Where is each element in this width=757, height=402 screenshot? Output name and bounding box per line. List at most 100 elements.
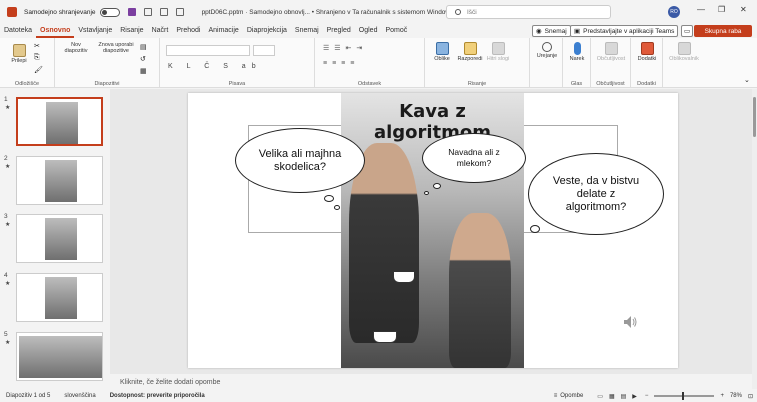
shapes-button[interactable]: Oblike bbox=[429, 42, 455, 62]
editing-button[interactable]: Urejanje bbox=[533, 42, 561, 59]
thumb-image bbox=[45, 277, 77, 319]
arrange-button[interactable]: Razporedi bbox=[455, 42, 485, 62]
undo-icon[interactable] bbox=[143, 8, 152, 16]
editing-label: Urejanje bbox=[536, 53, 558, 59]
notes-pane[interactable]: Kliknite, če želite dodati opombe bbox=[110, 374, 752, 390]
designer-icon bbox=[677, 42, 691, 55]
ribbon-group-sensitivity: Občutljivost Občutljivost bbox=[591, 38, 631, 88]
fit-slide-icon[interactable]: ⊡ bbox=[748, 393, 753, 400]
tab-file[interactable]: Datoteka bbox=[0, 24, 36, 38]
star-icon: ★ bbox=[5, 105, 11, 111]
slide-thumbnail-1[interactable] bbox=[16, 97, 103, 146]
normal-view-icon[interactable]: ▭ bbox=[597, 393, 603, 400]
format-painter-icon[interactable]: 🖌 bbox=[34, 66, 43, 74]
sensitivity-button[interactable]: Občutljivost bbox=[593, 42, 629, 62]
reset-icon[interactable]: ↺ bbox=[140, 55, 146, 63]
tab-record[interactable]: Snemaj bbox=[291, 24, 323, 38]
reuse-slides-button[interactable]: Znova uporabi diapozitive bbox=[95, 42, 296, 148]
bubble-3-text: Veste, da v bistvu delate z algoritmom? bbox=[552, 174, 640, 213]
quick-styles-button[interactable]: Hitri slogi bbox=[485, 42, 511, 62]
sensitivity-label: Občutljivost bbox=[596, 56, 626, 62]
reading-view-icon[interactable]: ▤ bbox=[621, 393, 627, 400]
slide-sorter-icon[interactable]: ▦ bbox=[609, 393, 615, 400]
notes-toggle[interactable]: Opombe bbox=[560, 393, 583, 399]
dictate-button[interactable]: Narek bbox=[565, 42, 589, 62]
paste-button[interactable]: Prilepi bbox=[6, 44, 32, 64]
thumb-number: 4 bbox=[4, 272, 8, 279]
star-icon: ★ bbox=[5, 222, 11, 228]
font-family-select[interactable] bbox=[166, 45, 250, 56]
close-icon[interactable]: ✕ bbox=[740, 5, 747, 14]
tab-slideshow[interactable]: Diaprojekcija bbox=[243, 24, 291, 38]
slide-thumbnail-5[interactable] bbox=[16, 332, 103, 381]
tab-design[interactable]: Načrt bbox=[148, 24, 173, 38]
teams-icon: ▣ bbox=[574, 28, 581, 35]
audio-speaker-icon[interactable] bbox=[623, 315, 637, 329]
reuse-slides-label: Znova uporabi diapozitive bbox=[98, 42, 134, 54]
layout-icon[interactable]: ▤ bbox=[140, 43, 147, 51]
ribbon-group-clipboard: Prilepi ✂ ⎘ 🖌 Odložišče bbox=[0, 38, 55, 88]
designer-button[interactable]: Oblikovalnik bbox=[665, 42, 703, 62]
tab-review[interactable]: Pregled bbox=[323, 24, 355, 38]
new-slide-button[interactable]: Nov diapozitiv bbox=[59, 42, 260, 148]
section-icon[interactable]: ▦ bbox=[140, 67, 147, 75]
align-buttons[interactable]: ≡≡≡≡ bbox=[323, 60, 359, 67]
record-button[interactable]: ◉ Snemaj bbox=[532, 25, 571, 37]
tab-transitions[interactable]: Prehodi bbox=[172, 24, 204, 38]
zoom-in-icon[interactable]: + bbox=[720, 393, 724, 399]
notes-icon[interactable]: ≡ bbox=[554, 393, 558, 399]
current-slide[interactable]: Kava z algoritmom Velika ali majhna skod… bbox=[188, 93, 678, 368]
ribbon-group-paragraph: ☰☰⇤⇥ ≡≡≡≡ Odstavek bbox=[315, 38, 425, 88]
minimize-icon[interactable]: — bbox=[697, 5, 705, 14]
tab-animations[interactable]: Animacije bbox=[204, 24, 242, 38]
zoom-out-icon[interactable]: − bbox=[645, 393, 649, 399]
avatar[interactable]: RO bbox=[668, 6, 680, 18]
zoom-slider[interactable] bbox=[654, 392, 715, 400]
font-format-buttons[interactable]: K L Č S ab bbox=[168, 63, 262, 70]
vertical-scrollbar[interactable] bbox=[752, 89, 757, 389]
list-buttons[interactable]: ☰☰⇤⇥ bbox=[323, 44, 367, 52]
slide-thumbnail-4[interactable] bbox=[16, 273, 103, 322]
addins-button[interactable]: Dodatki bbox=[633, 42, 661, 62]
slide-thumbnail-3[interactable] bbox=[16, 214, 103, 263]
comment-icon: ▭ bbox=[684, 28, 691, 35]
thumb-number: 3 bbox=[4, 213, 8, 220]
teams-present-button[interactable]: ▣ Predstavljajte v aplikaciji Teams bbox=[570, 25, 679, 37]
slide-thumbnail-2[interactable] bbox=[16, 156, 103, 205]
microphone-icon bbox=[573, 42, 581, 55]
zoom-level[interactable]: 78% bbox=[730, 393, 742, 399]
font-size-select[interactable] bbox=[253, 45, 275, 56]
tab-insert[interactable]: Vstavljanje bbox=[74, 24, 116, 38]
speech-bubble-3[interactable]: Veste, da v bistvu delate z algoritmom? bbox=[528, 153, 664, 235]
tab-view[interactable]: Ogled bbox=[355, 24, 382, 38]
title-bar: Samodejno shranjevanje pptD06C.pptm · Sa… bbox=[0, 0, 757, 24]
paragraph-group-label: Odstavek bbox=[357, 81, 382, 87]
tab-help[interactable]: Pomoč bbox=[381, 24, 411, 38]
tab-home[interactable]: Osnovno bbox=[36, 24, 75, 38]
comments-button[interactable]: ▭ bbox=[681, 25, 694, 37]
scroll-thumb[interactable] bbox=[753, 97, 756, 137]
ribbon-group-drawing: Oblike Razporedi Hitri slogi Risanje bbox=[425, 38, 530, 88]
star-icon: ★ bbox=[5, 164, 11, 170]
share-button[interactable]: Skupna raba bbox=[694, 25, 752, 37]
slide-count: Diapozitiv 1 od 5 bbox=[6, 393, 51, 399]
speech-bubble-2[interactable]: Navadna ali z mlekom? bbox=[422, 133, 526, 183]
redo-icon[interactable] bbox=[159, 8, 168, 16]
accessibility-status[interactable]: Dostopnost: preverite priporočila bbox=[110, 393, 205, 399]
cut-icon[interactable]: ✂ bbox=[34, 42, 40, 50]
language[interactable]: slovenščina bbox=[64, 393, 95, 399]
present-icon[interactable] bbox=[175, 8, 184, 16]
slideshow-icon[interactable]: ▶ bbox=[632, 393, 637, 400]
dictate-label: Narek bbox=[569, 56, 585, 62]
search-box[interactable]: Išči bbox=[446, 5, 611, 19]
copy-icon[interactable]: ⎘ bbox=[34, 54, 40, 62]
speech-bubble-1[interactable]: Velika ali majhna skodelica? bbox=[235, 128, 365, 193]
restore-icon[interactable]: ❐ bbox=[718, 5, 725, 14]
customer-figure bbox=[449, 213, 511, 368]
save-icon[interactable] bbox=[127, 8, 136, 16]
autosave-toggle[interactable] bbox=[99, 7, 120, 17]
bubble-tail bbox=[433, 183, 441, 189]
bubble-tail bbox=[530, 225, 540, 233]
collapse-ribbon-icon[interactable]: ⌄ bbox=[744, 76, 750, 84]
tab-draw[interactable]: Risanje bbox=[116, 24, 147, 38]
